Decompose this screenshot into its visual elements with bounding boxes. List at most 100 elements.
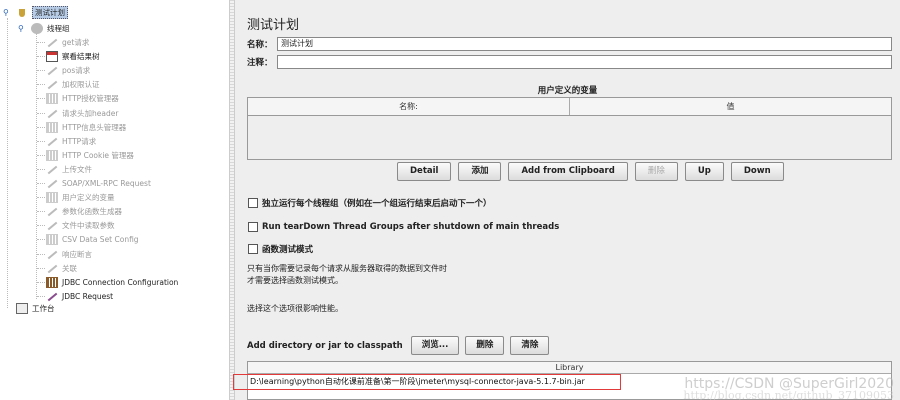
add-button[interactable]: 添加: [458, 162, 502, 181]
tree-node-test-plan[interactable]: 测试计划: [16, 6, 68, 19]
tree-node-label: 察看结果树: [62, 52, 100, 62]
down-button[interactable]: Down: [730, 162, 784, 181]
tree-node[interactable]: 文件中读取参数: [46, 219, 115, 232]
assertion-icon: [46, 249, 58, 260]
comment-field-row: 注释：: [247, 55, 892, 69]
serialize-thread-groups-option[interactable]: 独立运行每个线程组（例如在一个组运行结束后启动下一个）: [248, 196, 492, 209]
tree-node[interactable]: 加权限认证: [46, 78, 100, 91]
config-grid-icon: [46, 93, 58, 105]
tree-node-label: 请求头加header: [62, 108, 119, 118]
config-grid-icon: [46, 276, 58, 288]
table-header: 名称: 值: [248, 98, 891, 116]
tree-node[interactable]: 请求头加header: [46, 107, 118, 120]
test-plan-icon: [16, 7, 28, 18]
tree-node[interactable]: 上传文件: [46, 163, 92, 176]
delete-button[interactable]: 删除: [634, 162, 678, 181]
tree-node[interactable]: 用户定义的变量: [46, 191, 115, 204]
tree-node-label: JDBC Connection Configuration: [62, 277, 179, 287]
up-button[interactable]: Up: [684, 162, 724, 181]
tree-node-label: 关联: [62, 263, 77, 273]
config-grid-icon: [46, 192, 58, 204]
performance-note: 选择这个选项很影响性能。: [247, 304, 343, 313]
collapse-root-toggle[interactable]: ⚲: [3, 8, 9, 17]
watermark-url: http://blog.csdn.net/github_37109053: [683, 389, 894, 400]
functional-mode-checkbox[interactable]: [248, 243, 258, 254]
pen-icon: [46, 79, 58, 90]
config-grid-icon: [46, 149, 58, 161]
collapse-thread-group-toggle[interactable]: ⚲: [18, 24, 24, 33]
tree-node-label: get请求: [62, 38, 90, 47]
detail-button[interactable]: Detail: [397, 162, 452, 181]
workbench-icon: [16, 303, 28, 314]
config-grid-icon: [46, 234, 58, 246]
pen-icon: [46, 263, 58, 274]
functional-mode-option[interactable]: 函数测试模式: [248, 242, 313, 255]
tree-node-label: 加权限认证: [62, 80, 100, 90]
test-plan-tree[interactable]: ⚲ 测试计划 ⚲ 线程组 get请求察看结果树 pos请求加权限认证 HTTP授权管…: [0, 0, 229, 400]
serialize-checkbox[interactable]: [248, 197, 258, 208]
pen-icon: [46, 65, 58, 76]
tree-node[interactable]: HTTP请求: [46, 135, 96, 148]
config-grid-icon: [46, 121, 58, 133]
teardown-label: Run tearDown Thread Groups after shutdow…: [262, 221, 560, 232]
tree-node-label: 线程组: [47, 24, 70, 33]
tree-node-label: HTTP Cookie 管理器: [62, 150, 134, 160]
tree-node[interactable]: 响应断言: [46, 248, 92, 261]
comment-label: 注释：: [247, 58, 273, 68]
tree-node-label: 响应断言: [62, 249, 92, 259]
tree-node-label: 文件中读取参数: [62, 221, 115, 231]
tree-node-workbench[interactable]: 工作台: [16, 302, 55, 315]
tree-node-label: CSV Data Set Config: [62, 235, 139, 245]
page-title: 测试计划: [247, 18, 300, 33]
tree-node-label: JDBC Request: [62, 291, 114, 301]
tree-node[interactable]: pos请求: [46, 64, 90, 77]
pen-icon: [46, 291, 58, 302]
tree-node[interactable]: HTTP授权管理器: [46, 92, 119, 105]
browse-button[interactable]: 浏览...: [410, 336, 460, 355]
tree-node-label: HTTP信息头管理器: [62, 122, 127, 132]
classpath-label: Add directory or jar to classpath: [247, 340, 403, 351]
classpath-delete-button[interactable]: 删除: [465, 336, 505, 355]
functional-note-line2: 才需要选择函数测试模式。: [247, 276, 343, 285]
tree-node[interactable]: 关联: [46, 262, 77, 275]
classpath-row: Add directory or jar to classpath 浏览... …: [247, 336, 550, 355]
teardown-option[interactable]: Run tearDown Thread Groups after shutdow…: [248, 220, 559, 233]
functional-mode-label: 函数测试模式: [262, 244, 314, 255]
library-column-header[interactable]: Library: [248, 362, 891, 374]
pen-icon: [46, 178, 58, 189]
name-label: 名称：: [247, 40, 273, 50]
tree-node[interactable]: SOAP/XML-RPC Request: [46, 177, 151, 190]
serialize-label: 独立运行每个线程组（例如在一个组运行结束后启动下一个）: [262, 198, 492, 209]
tree-node[interactable]: 参数化函数生成器: [46, 205, 122, 218]
tree-node[interactable]: HTTP信息头管理器: [46, 121, 126, 134]
pen-icon: [46, 108, 58, 119]
pen-icon: [46, 206, 58, 217]
classpath-clear-button[interactable]: 清除: [510, 336, 550, 355]
results-tree-icon: [46, 51, 58, 63]
tree-node[interactable]: 察看结果树: [46, 50, 100, 63]
comment-input[interactable]: [277, 55, 892, 69]
tree-node-label: 上传文件: [62, 164, 92, 174]
tree-node-label: SOAP/XML-RPC Request: [62, 179, 151, 188]
tree-node[interactable]: JDBC Request: [46, 290, 113, 303]
column-header-name[interactable]: 名称:: [248, 98, 570, 115]
pen-icon: [46, 136, 58, 147]
column-header-value[interactable]: 值: [570, 98, 891, 115]
tree-node[interactable]: get请求: [46, 36, 89, 49]
tree-node[interactable]: JDBC Connection Configuration: [46, 276, 178, 289]
add-from-clipboard-button[interactable]: Add from Clipboard: [508, 162, 628, 181]
user-variables-table[interactable]: 名称: 值: [247, 97, 892, 160]
name-input[interactable]: 测试计划: [277, 37, 892, 51]
pen-icon: [46, 164, 58, 175]
tree-node[interactable]: CSV Data Set Config: [46, 233, 139, 246]
variables-button-bar: Detail 添加 Add from Clipboard 删除 Up Down: [397, 162, 784, 181]
tree-node-label: 工作台: [32, 304, 55, 313]
tree-node[interactable]: HTTP Cookie 管理器: [46, 149, 134, 162]
teardown-checkbox[interactable]: [248, 221, 258, 232]
test-plan-panel: 测试计划 名称： 测试计划 注释： 用户定义的变量 名称: 值 Detail 添…: [233, 0, 900, 400]
tree-node-label: 测试计划: [32, 6, 68, 19]
name-field-row: 名称： 测试计划: [247, 37, 892, 51]
highlight-box: [233, 374, 621, 390]
functional-note-line1: 只有当你需要记录每个请求从服务器取得的数据到文件时: [247, 264, 447, 273]
tree-node-label: 参数化函数生成器: [62, 207, 122, 217]
